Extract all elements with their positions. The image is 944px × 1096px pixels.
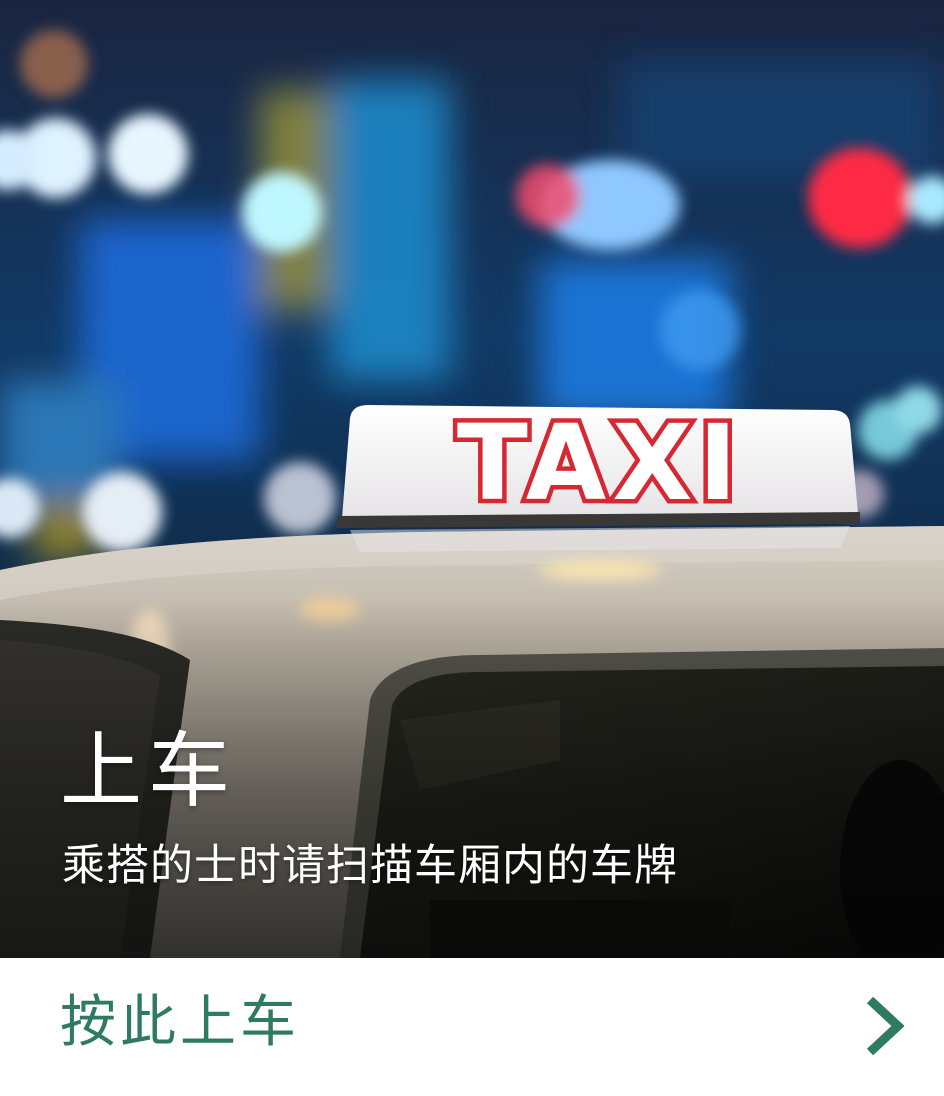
hero-image: TAXI 上车 乘搭的士时请扫描车厢内的车牌 (0, 0, 944, 958)
board-taxi-button[interactable]: 按此上车 (0, 958, 944, 1096)
taxi-boarding-card: TAXI 上车 乘搭的士时请扫描车厢内的车牌 按此上车 (0, 0, 944, 1096)
hero-subtitle: 乘搭的士时请扫描车厢内的车牌 (62, 841, 678, 891)
board-taxi-label: 按此上车 (60, 990, 300, 1055)
chevron-right-icon (866, 996, 904, 1056)
taxi-sign-text: TAXI (457, 402, 743, 524)
hero-title: 上车 (60, 724, 237, 819)
